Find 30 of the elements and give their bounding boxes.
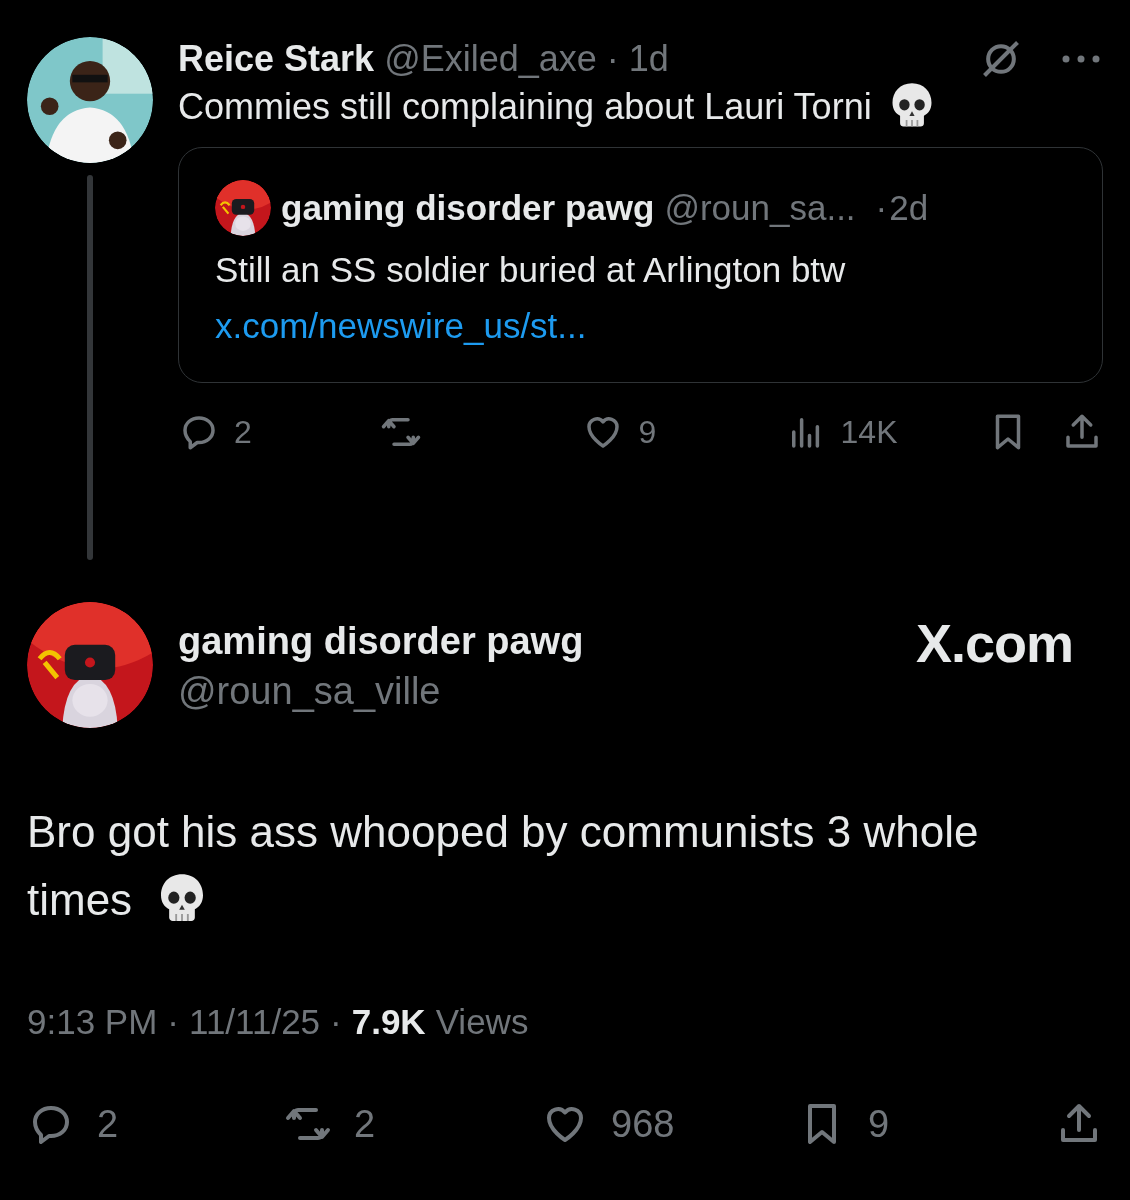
repost-button[interactable]: 2 xyxy=(284,1100,454,1148)
like-button[interactable]: 9 xyxy=(582,411,753,453)
post-text: Commies still complaining about Lauri Torni xyxy=(178,85,872,129)
separator-dot: · xyxy=(606,37,619,81)
brand-logo: X.com xyxy=(915,612,1074,674)
separator-dot: · xyxy=(875,187,888,229)
post-text: Bro got his ass whooped by communists 3 whole xyxy=(27,806,980,858)
post-time: 9:13 PM xyxy=(27,1002,158,1042)
author-handle: @roun_sa_ville xyxy=(178,669,442,714)
author-name: gaming disorder pawg xyxy=(281,187,655,229)
separator-dot: · xyxy=(330,1002,342,1042)
post-text: times xyxy=(27,874,133,926)
post-link[interactable]: x.com/newswire_us/st... xyxy=(215,298,587,354)
author-handle: @roun_sa... xyxy=(664,187,856,229)
reply-button[interactable]: 2 xyxy=(178,411,348,453)
reply-button[interactable]: 2 xyxy=(27,1100,197,1148)
post-age: 2d xyxy=(889,187,929,229)
quoted-post[interactable]: gaming disorder pawg @roun_sa... ·2d Still an SS soldier buried at Arlington btw x.com/newswire_us/st... xyxy=(178,147,1103,383)
bookmark-button[interactable]: 9 xyxy=(798,1100,968,1148)
views-label: Views xyxy=(435,1002,529,1042)
views-button[interactable]: 14K xyxy=(784,411,955,453)
post-age: 1d xyxy=(628,37,669,81)
views-count: 7.9K xyxy=(351,1002,426,1042)
post-date: 11/11/25 xyxy=(189,1002,321,1042)
like-button[interactable]: 968 xyxy=(541,1100,711,1148)
author-name[interactable]: gaming disorder pawg xyxy=(178,616,891,666)
separator-dot: · xyxy=(167,1002,179,1042)
author-handle: @Exiled_axe xyxy=(384,37,597,81)
quote-text: Still an SS soldier buried at Arlington btw xyxy=(215,249,847,291)
author-name[interactable]: Reice Stark xyxy=(178,37,375,81)
